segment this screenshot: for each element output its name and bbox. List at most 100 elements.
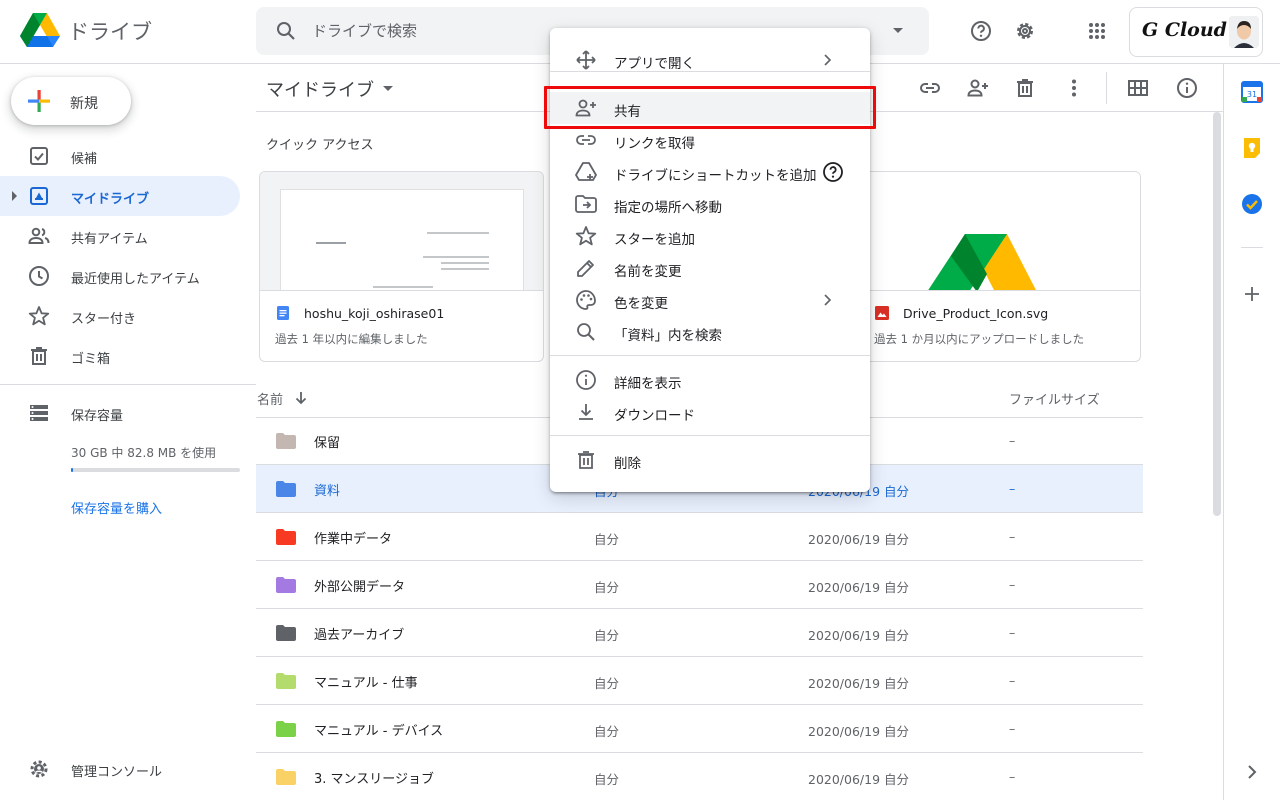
file-row-modified: 2020/06/19 自分 <box>808 532 910 547</box>
gear-icon[interactable] <box>1013 19 1037 43</box>
sort-arrow-down-icon[interactable] <box>292 389 310 407</box>
file-row[interactable]: 作業中データ 自分 2020/06/19 自分 – <box>256 513 1143 561</box>
menu-item[interactable]: 詳細を表示 <box>550 364 870 396</box>
chevron-right-icon[interactable] <box>1242 762 1262 782</box>
sidebar-item-admin-console[interactable]: 管理コンソール <box>0 749 240 789</box>
check-box-icon <box>30 147 48 165</box>
page-title[interactable]: マイドライブ <box>266 76 374 102</box>
admin-gear-icon <box>30 760 48 778</box>
docs-icon <box>277 306 289 320</box>
file-row-size: – <box>1009 769 1016 784</box>
grid-view-icon[interactable] <box>1126 76 1150 100</box>
file-row-size: – <box>1009 577 1016 592</box>
menu-item-label: 削除 <box>614 456 641 472</box>
help-icon[interactable] <box>822 161 844 183</box>
sidebar-item-my-drive[interactable]: マイドライブ <box>0 176 240 216</box>
folder-icon <box>276 529 296 545</box>
google-drive-logo[interactable] <box>20 12 60 48</box>
trash-icon <box>31 347 47 365</box>
menu-item[interactable]: ドライブにショートカットを追加 <box>550 156 870 188</box>
file-row-modified: 2020/06/19 自分 <box>808 676 910 691</box>
expand-caret-icon[interactable] <box>12 191 17 201</box>
sidebar-divider <box>0 384 256 385</box>
download-icon <box>579 404 593 420</box>
file-row[interactable]: マニュアル - 仕事 自分 2020/06/19 自分 – <box>256 657 1143 705</box>
column-header-size[interactable]: ファイルサイズ <box>1009 389 1100 408</box>
file-row-owner: 自分 <box>594 532 620 547</box>
sidebar-item-trash[interactable]: ゴミ箱 <box>0 336 240 376</box>
menu-item-label: ダウンロード <box>614 408 695 424</box>
sidebar-item-shared[interactable]: 共有アイテム <box>0 216 240 256</box>
image-file-icon <box>875 306 889 320</box>
tasks-icon[interactable] <box>1241 193 1263 215</box>
link-icon[interactable] <box>918 76 942 100</box>
sidebar-item-suggested[interactable]: 候補 <box>0 136 240 176</box>
account-button[interactable]: G Cloud <box>1129 7 1263 57</box>
sidebar-item-label: 管理コンソール <box>71 765 163 780</box>
info-icon[interactable] <box>1175 76 1199 100</box>
file-row-size: – <box>1009 721 1016 736</box>
buy-storage-link[interactable]: 保存容量を購入 <box>71 498 162 517</box>
scrollbar[interactable] <box>1213 112 1221 516</box>
sidebar-item-label: マイドライブ <box>71 192 150 207</box>
new-button-label: 新規 <box>70 96 98 112</box>
avatar <box>1229 16 1259 48</box>
menu-item[interactable]: 「資料」内を検索 <box>550 316 870 348</box>
apps-grid-icon[interactable] <box>1085 19 1109 43</box>
help-icon[interactable] <box>969 19 993 43</box>
card-subtitle: 過去 1 年以内に編集しました <box>275 332 428 346</box>
info-icon <box>576 370 596 390</box>
person-add-icon[interactable] <box>966 76 990 100</box>
menu-item[interactable]: 指定の場所へ移動 <box>550 188 870 220</box>
image-thumbnail <box>859 172 1140 291</box>
card-file-name: Drive_Product_Icon.svg <box>903 306 1049 321</box>
sidebar-item-starred[interactable]: スター付き <box>0 296 240 336</box>
search-icon[interactable] <box>274 19 298 43</box>
menu-item[interactable]: 名前を変更 <box>550 252 870 284</box>
title-dropdown-icon[interactable] <box>383 86 393 91</box>
menu-item-label: アプリで開く <box>614 56 695 72</box>
star-icon <box>575 226 597 246</box>
palette-icon <box>576 290 596 310</box>
menu-item-label: スターを追加 <box>614 232 695 248</box>
file-row-name: 保留 <box>314 436 341 451</box>
file-row[interactable]: 外部公開データ 自分 2020/06/19 自分 – <box>256 561 1143 609</box>
storage-usage-bar <box>71 468 240 472</box>
pencil-icon <box>577 260 594 277</box>
sidebar-item-label: 共有アイテム <box>71 232 148 247</box>
keep-icon[interactable] <box>1242 137 1262 159</box>
menu-item[interactable]: スターを追加 <box>550 220 870 252</box>
file-row-name: 外部公開データ <box>314 580 406 595</box>
storage-usage-text: 30 GB 中 82.8 MB を使用 <box>71 446 217 460</box>
add-addon-icon[interactable] <box>1242 284 1262 304</box>
folder-icon <box>276 625 296 641</box>
clock-icon <box>29 266 49 286</box>
file-row[interactable]: マニュアル - デバイス 自分 2020/06/19 自分 – <box>256 705 1143 753</box>
quick-access-card[interactable]: Drive_Product_Icon.svg 過去 1 か月以内にアップロードし… <box>858 171 1141 362</box>
search-options-dropdown-icon[interactable] <box>893 28 903 33</box>
menu-item[interactable]: ダウンロード <box>550 396 870 428</box>
trash-icon[interactable] <box>1013 76 1037 100</box>
sidebar-item-recent[interactable]: 最近使用したアイテム <box>0 256 240 296</box>
file-row-size: – <box>1009 481 1016 496</box>
chevron-right-icon <box>824 294 832 306</box>
star-icon <box>28 306 50 326</box>
file-row[interactable]: 3. マンスリージョブ 自分 2020/06/19 自分 – <box>256 753 1143 800</box>
move-to-folder-icon <box>575 195 597 213</box>
column-header-name[interactable]: 名前 <box>257 389 283 408</box>
quick-access-card[interactable]: hoshu_koji_oshirase01 過去 1 年以内に編集しました <box>259 171 544 362</box>
menu-item[interactable]: アプリで開く <box>550 44 870 76</box>
menu-item[interactable]: 削除 <box>550 444 870 476</box>
trash-icon <box>578 451 594 469</box>
toolbar-divider <box>1106 72 1107 104</box>
file-row-name: 過去アーカイブ <box>314 628 405 643</box>
more-vert-icon[interactable] <box>1062 76 1086 100</box>
menu-item-label: 詳細を表示 <box>614 376 682 392</box>
menu-item[interactable]: 色を変更 <box>550 284 870 316</box>
folder-icon <box>276 721 296 737</box>
new-button[interactable]: 新規 <box>11 77 131 125</box>
file-row[interactable]: 過去アーカイブ 自分 2020/06/19 自分 – <box>256 609 1143 657</box>
file-row-name: 資料 <box>314 484 341 499</box>
calendar-icon[interactable]: 31 <box>1241 81 1263 103</box>
sidebar-item-storage[interactable]: 保存容量 <box>0 393 240 433</box>
